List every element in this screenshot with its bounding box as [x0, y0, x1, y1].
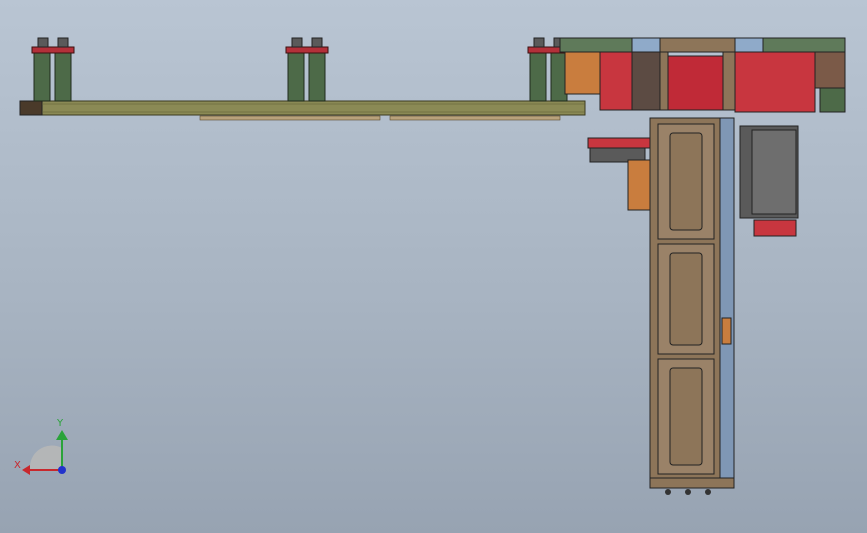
- side-arm[interactable]: [587, 137, 651, 211]
- column-feet: [665, 489, 711, 495]
- y-axis-label: Y: [56, 418, 64, 429]
- cabinet-panel-top[interactable]: [657, 123, 715, 240]
- cad-viewport[interactable]: Y X: [0, 0, 867, 533]
- x-axis-label: X: [14, 460, 21, 471]
- horizontal-beam[interactable]: [19, 100, 586, 121]
- z-axis-dot: [58, 466, 66, 474]
- column-side-block: [721, 317, 732, 345]
- hanging-unit[interactable]: [739, 125, 799, 237]
- y-axis-arrowhead: [56, 430, 68, 440]
- assembly-model[interactable]: [0, 0, 867, 533]
- triad-quadrant: [29, 445, 62, 470]
- head-assembly[interactable]: [559, 37, 846, 113]
- support-post-left[interactable]: [31, 37, 75, 102]
- cabinet-panel-middle[interactable]: [657, 243, 715, 355]
- x-axis-arrowhead: [22, 465, 30, 475]
- axis-triad: Y X: [14, 418, 68, 475]
- cabinet-panel-bottom[interactable]: [657, 358, 715, 475]
- support-post-middle[interactable]: [285, 37, 329, 102]
